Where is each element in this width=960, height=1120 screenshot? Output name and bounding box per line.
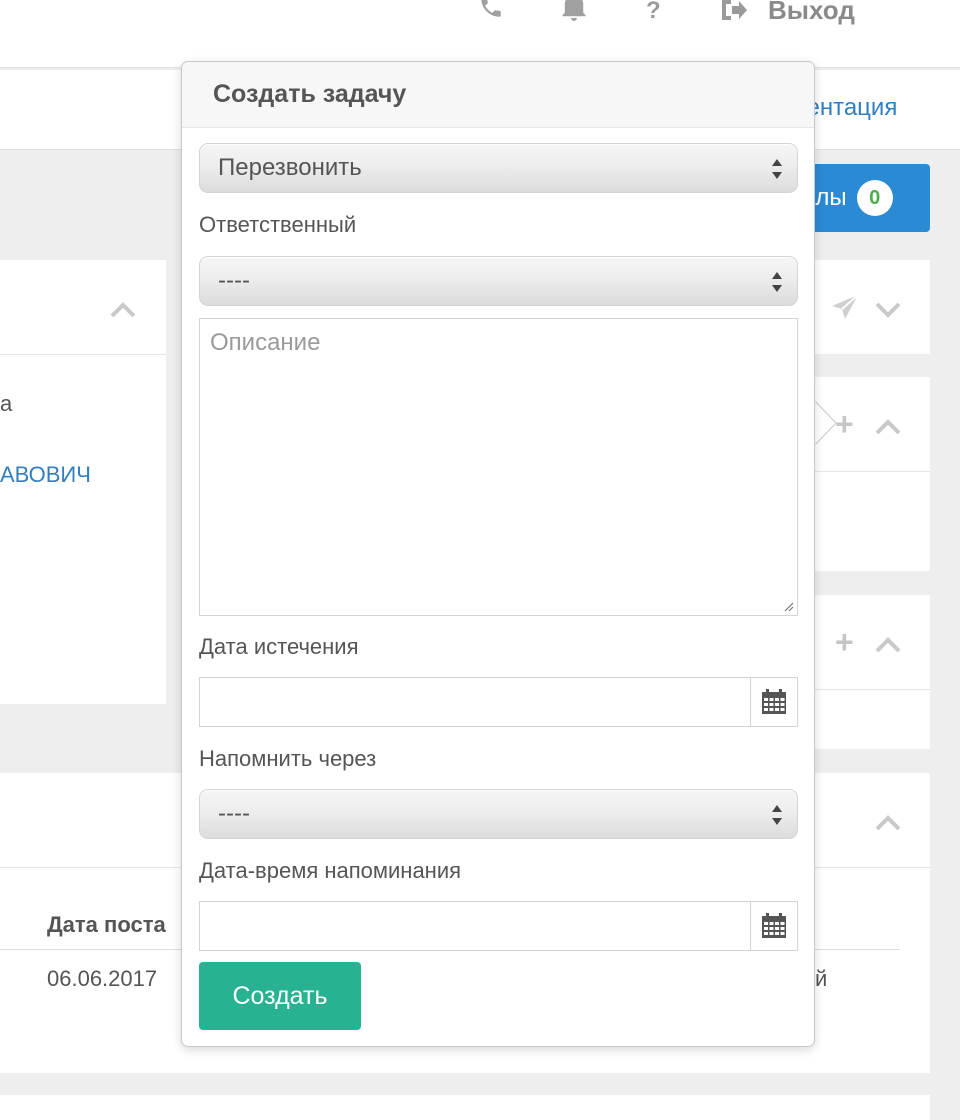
right-panel-3: + (815, 595, 930, 749)
chevron-down-icon[interactable] (875, 302, 901, 318)
resize-grip-icon[interactable] (782, 600, 794, 612)
chevron-up-icon[interactable] (875, 637, 901, 653)
files-count-badge: 0 (856, 180, 893, 216)
chevron-up-icon[interactable] (875, 419, 901, 435)
chevron-up-icon[interactable] (875, 815, 901, 831)
popover-title: Создать задачу (182, 62, 814, 128)
reminder-datetime-input[interactable] (199, 901, 798, 951)
reminder-datetime-label: Дата-время напоминания (199, 858, 462, 883)
task-type-value: Перезвонить (218, 154, 362, 181)
expiry-date-label: Дата истечения (199, 634, 359, 659)
description-textarea[interactable]: Описание (199, 318, 798, 616)
left-panel-link[interactable]: АВОВИЧ (0, 462, 91, 488)
table-header-cell: Дата поста (47, 912, 166, 937)
select-arrows-icon (772, 272, 782, 292)
left-panel-text: а (0, 391, 13, 416)
help-icon[interactable]: ? (646, 0, 661, 26)
expiry-date-input[interactable] (199, 677, 798, 727)
top-navbar: ? Выход (0, 0, 960, 68)
responsible-select[interactable]: ---- (199, 256, 798, 306)
select-arrows-icon (772, 159, 782, 179)
phone-icon[interactable] (478, 0, 504, 26)
description-placeholder: Описание (210, 329, 321, 356)
create-task-button[interactable]: Создать (199, 962, 361, 1030)
expiry-calendar-button[interactable] (750, 678, 797, 726)
popover-arrow (814, 400, 837, 446)
next-panel (0, 1095, 930, 1120)
responsible-value: ---- (218, 267, 250, 294)
send-icon[interactable] (831, 294, 859, 320)
logout-label: Выход (768, 0, 855, 25)
calendar-icon (762, 689, 786, 714)
task-type-select[interactable]: Перезвонить (199, 143, 798, 193)
remind-in-value: ---- (218, 800, 250, 827)
bell-icon[interactable] (560, 0, 588, 28)
table-cell: й (815, 966, 828, 991)
table-cell: 06.06.2017 (47, 966, 158, 991)
remind-in-select[interactable]: ---- (199, 789, 798, 839)
logout-button[interactable]: Выход (720, 0, 855, 26)
logout-icon (722, 0, 747, 20)
add-icon[interactable]: + (835, 626, 854, 658)
chevron-up-icon[interactable] (110, 302, 136, 318)
remind-in-label: Напомнить через (199, 746, 377, 771)
create-task-popover: Создать задачу Перезвонить Ответственный… (181, 61, 815, 1047)
right-panel-1 (815, 260, 930, 354)
select-arrows-icon (772, 805, 782, 825)
reminder-calendar-button[interactable] (750, 902, 797, 950)
responsible-label: Ответственный (199, 212, 357, 237)
calendar-icon (762, 913, 786, 938)
